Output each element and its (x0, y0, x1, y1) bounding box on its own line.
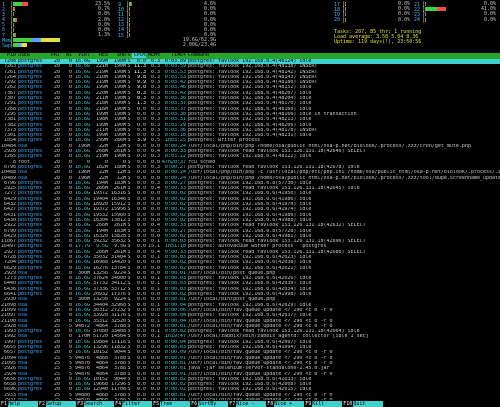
process-pid: 2931 (0, 398, 16, 400)
cpu-usage-bar (13, 22, 14, 27)
system-info: Tasks: 207, 85 thr; 1 running Load avera… (334, 29, 422, 46)
function-key[interactable]: F1 (0, 401, 9, 407)
function-key-filter[interactable]: Filter (122, 401, 153, 407)
cpu-meters-middle: 9[4.6% 10[0.0% 11[0.0% 12[0.0% 13[0.0% 14[0.0… (118, 1, 216, 38)
function-key[interactable]: F3 (76, 401, 85, 407)
mem-bar (13, 38, 60, 42)
function-key-quit[interactable]: Quit (353, 401, 384, 407)
function-key-nice[interactable]: Nice - (236, 401, 267, 407)
memory-meters: Mem[ 19.6G/62.9G Swp[ 2.00G/23.4G (2, 37, 216, 49)
function-key[interactable]: F2 (38, 401, 47, 407)
column-header-res[interactable]: RES (90, 53, 108, 58)
cpu-meter: 20[0.0% (334, 16, 410, 24)
swap-meter: Swp[ 2.00G/23.4G (2, 42, 216, 49)
swap-bar (13, 43, 27, 48)
column-header-cpu[interactable]: CPU% (132, 53, 146, 59)
cpu-usage-bar (13, 17, 17, 22)
cpu-usage-bar (129, 2, 133, 6)
cpu-number: 24 (414, 17, 421, 24)
column-header-command[interactable]: Command (186, 53, 209, 58)
uptime: Uptime: 119 days(!), 23:50:56 (334, 39, 422, 46)
cpu-usage-bar (13, 2, 29, 6)
cpu-meter: 24[0.0% (414, 16, 496, 24)
column-header-virt[interactable]: VIRT (72, 53, 90, 58)
cpu-meters-far: 21[0.0% 22[41.0% 23[0.0% 24[0.0% (414, 1, 496, 24)
process-cpu: 0.0 (132, 398, 146, 400)
function-key[interactable]: F6 (190, 401, 199, 407)
cpu-usage-bar (345, 7, 346, 12)
process-time: 0:00.01 (160, 398, 186, 400)
function-key-search[interactable]: Search (84, 401, 115, 407)
process-user: osa (16, 398, 48, 400)
function-key[interactable]: F9 (304, 401, 313, 407)
column-header-shr[interactable]: SHR (108, 53, 126, 58)
cpu-usage-bar (129, 22, 130, 27)
swap-value: 2.00G/23.4G (182, 42, 216, 49)
function-key[interactable]: F5 (152, 401, 161, 407)
function-key-help[interactable]: Help (8, 401, 39, 407)
swap-label: Swp (2, 42, 12, 49)
function-key[interactable]: F10 (342, 401, 354, 407)
cpu-usage-bar (13, 27, 14, 32)
cpu-usage-bar (13, 7, 16, 12)
process-command: /usr/local/bin/fav.queue_update <? 290 <… (186, 398, 333, 400)
column-header-user[interactable]: USER (16, 53, 48, 58)
cpu-usage-bar (129, 12, 130, 17)
cpu-usage-bar (129, 7, 130, 12)
column-header-pri[interactable]: PRI (48, 53, 60, 58)
meters-panel: 1[23.5% 2[0.7% 3[0.0% 4[2.0% 5[0.0% 6[0.0% 7[1… (0, 0, 500, 48)
cpu-usage-bar (425, 2, 426, 6)
function-key-kill[interactable]: Kill (312, 401, 343, 407)
column-header-mem[interactable]: MEM% (146, 53, 160, 58)
column-header-ni[interactable]: NI (60, 53, 72, 58)
cpu-usage-bar (129, 17, 130, 22)
cpu-percent: 0.0% (397, 16, 410, 23)
cpu-meters-left: 1[23.5% 2[0.7% 3[0.0% 4[2.0% 5[0.0% 6[0.0% 7[1… (2, 1, 110, 38)
cpu-usage-bar (129, 27, 130, 32)
cpu-meters-right: 17[0.0% 18[0.0% 19[0.0% 20[0.0% (334, 1, 410, 24)
cpu-usage-bar (13, 33, 16, 38)
cpu-usage-bar (13, 12, 14, 17)
cpu-usage-bar (345, 17, 346, 22)
process-virt: 94876 (72, 398, 90, 400)
cpu-usage-bar (345, 2, 346, 6)
cpu-number: 20 (334, 17, 341, 24)
process-mem: 0.0 (146, 398, 160, 400)
function-key[interactable]: F4 (114, 401, 123, 407)
function-key-sortby[interactable]: SortBy (198, 401, 229, 407)
process-row[interactable]: 2931osa2559487648683788S0.00.00:00.01/us… (0, 398, 500, 400)
function-key-nice[interactable]: Nice + (274, 401, 305, 407)
cpu-usage-bar (129, 33, 130, 38)
function-key-tree[interactable]: Tree (160, 401, 191, 407)
process-pri: 25 (48, 398, 60, 400)
function-key[interactable]: F7 (228, 401, 237, 407)
column-header-pid[interactable]: PID (0, 53, 16, 58)
process-list[interactable]: 7208 postgres 20 0 16.6G 199M 190MS 0.0 0.3 0:03.… (0, 59, 500, 400)
cpu-usage-bar (345, 12, 346, 17)
cpu-usage-bar (425, 17, 426, 22)
cpu-usage-bar (425, 12, 426, 17)
function-key[interactable]: F8 (266, 401, 275, 407)
cpu-percent: 0.0% (483, 16, 496, 23)
process-shr: 3788 (108, 398, 126, 400)
function-key-bar: F1Help F2Setup F3Search F4Filter F5Tree F6Sor… (0, 401, 500, 407)
column-header-time[interactable]: TIME+ (160, 53, 186, 58)
function-key-setup[interactable]: Setup (46, 401, 77, 407)
process-ni: 5 (60, 398, 72, 400)
process-res: 4868 (90, 398, 108, 400)
cpu-usage-bar (425, 7, 446, 12)
